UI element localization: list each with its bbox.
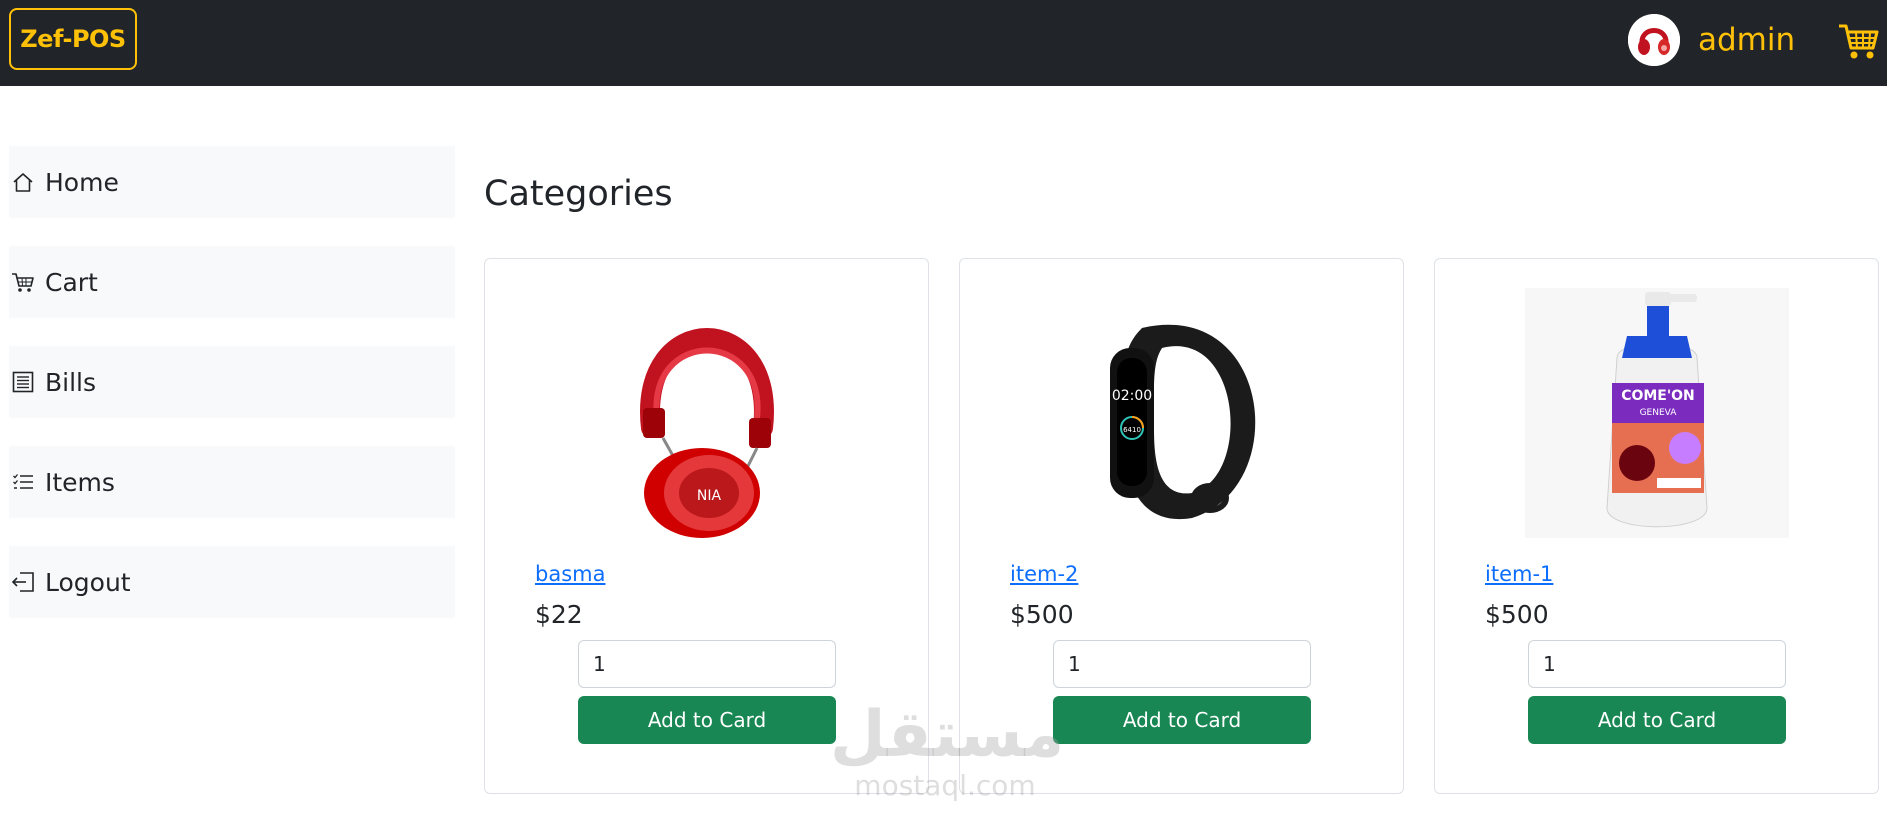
product-price: $22: [535, 600, 583, 629]
watermark: مستقل mostaql.com: [830, 698, 1065, 810]
user-name[interactable]: admin: [1698, 20, 1795, 60]
product-card: COME'ON GENEVA item-1 $500 Add to Card: [1434, 258, 1879, 794]
svg-text:COME'ON: COME'ON: [1621, 388, 1695, 404]
product-image: 02:00 6410: [1050, 288, 1314, 538]
product-image: NIA: [575, 288, 839, 538]
sidebar-item-logout[interactable]: Logout: [9, 546, 455, 618]
add-to-cart-button[interactable]: Add to Card: [1528, 696, 1786, 744]
sidebar-item-label: Bills: [45, 367, 97, 397]
quantity-input[interactable]: [578, 640, 836, 688]
add-to-cart-button[interactable]: Add to Card: [1053, 696, 1311, 744]
logout-icon: [11, 570, 35, 594]
receipt-icon: [11, 370, 35, 394]
sidebar-item-bills[interactable]: Bills: [9, 346, 455, 418]
product-price: $500: [1010, 600, 1074, 629]
product-name-link[interactable]: basma: [535, 562, 605, 586]
product-name-link[interactable]: item-2: [1010, 562, 1078, 586]
sidebar-item-cart[interactable]: Cart: [9, 246, 455, 318]
navbar-cart-button[interactable]: [1836, 18, 1880, 62]
svg-text:GENEVA: GENEVA: [1640, 408, 1678, 418]
sidebar-item-label: Items: [45, 467, 115, 497]
add-to-cart-button[interactable]: Add to Card: [578, 696, 836, 744]
headphones-avatar-icon: [1628, 14, 1680, 66]
watermark-latin: mostaql.com: [854, 769, 1036, 802]
product-price: $500: [1485, 600, 1549, 629]
quantity-input[interactable]: [1053, 640, 1311, 688]
list-icon: [11, 470, 35, 494]
black-fitness-band-image: 02:00 6410: [1110, 324, 1256, 520]
product-image: COME'ON GENEVA: [1525, 288, 1789, 538]
quantity-input[interactable]: [1528, 640, 1786, 688]
cart-icon: [11, 270, 35, 294]
product-name-link[interactable]: item-1: [1485, 562, 1553, 586]
sidebar-item-label: Cart: [45, 267, 98, 297]
page-title: Categories: [484, 174, 673, 214]
watermark-arabic: مستقل: [830, 698, 1065, 772]
house-icon: [11, 170, 35, 194]
svg-text:02:00: 02:00: [1112, 388, 1152, 404]
top-navbar: Zef-POS admin: [0, 0, 1887, 86]
svg-text:6410: 6410: [1123, 426, 1141, 434]
face-wash-bottle-image: COME'ON GENEVA: [1606, 292, 1708, 528]
cart-icon: [1839, 24, 1879, 59]
red-headphones-image: NIA: [640, 328, 774, 538]
brand-logo[interactable]: Zef-POS: [9, 8, 137, 70]
sidebar-item-label: Logout: [45, 567, 131, 597]
user-avatar[interactable]: [1628, 14, 1680, 66]
svg-text:NIA: NIA: [697, 488, 722, 504]
sidebar-item-label: Home: [45, 167, 119, 197]
sidebar-item-home[interactable]: Home: [9, 146, 455, 218]
sidebar-item-items[interactable]: Items: [9, 446, 455, 518]
